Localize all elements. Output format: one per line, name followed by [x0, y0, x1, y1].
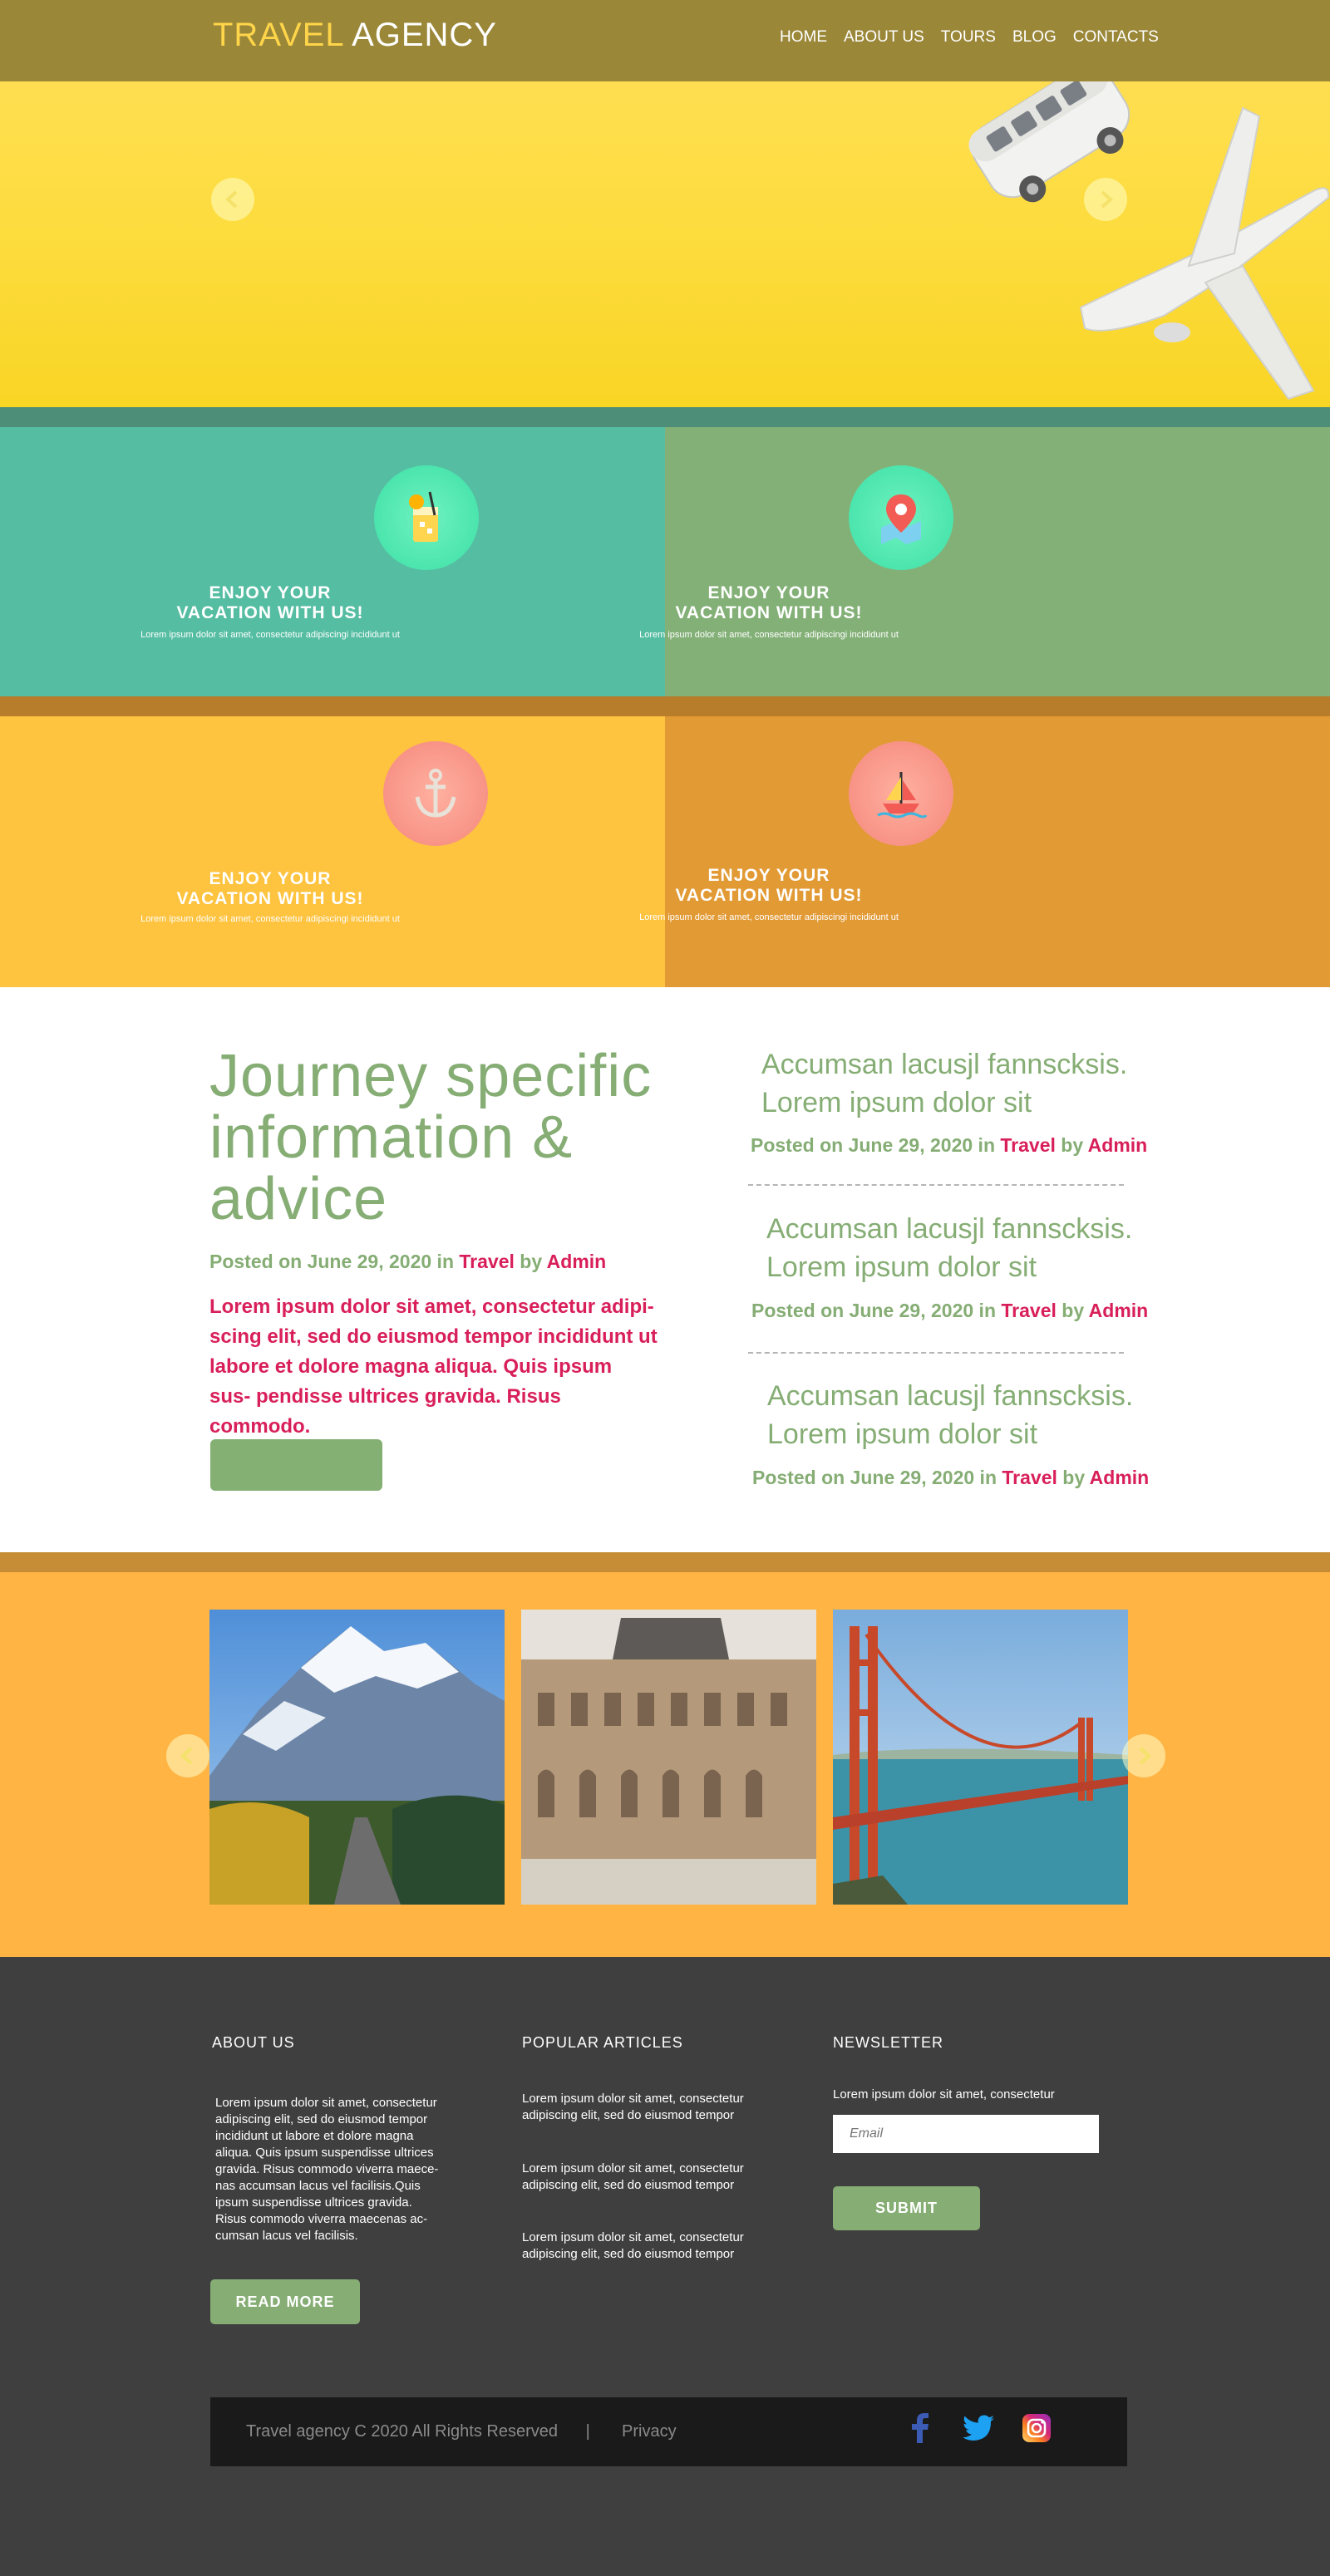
footer-about-heading: ABOUT US [212, 2034, 295, 2051]
hero-prev-button[interactable] [211, 178, 254, 221]
cocktail-icon [374, 465, 479, 570]
author-link[interactable]: Admin [1089, 1300, 1149, 1321]
submit-button[interactable]: SUBMIT [833, 2186, 980, 2230]
author-link[interactable]: Admin [547, 1251, 607, 1272]
feature-text: Lorem ipsum dolor sit amet, consectetur … [639, 630, 899, 640]
chevron-left-icon [180, 1747, 193, 1765]
museum-building-photo[interactable] [521, 1610, 816, 1905]
nav-about-us[interactable]: ABOUT US [844, 28, 924, 47]
popular-article-link[interactable]: Lorem ipsum dolor sit amet, consectetur … [522, 2091, 788, 2124]
map-pin-icon [849, 465, 953, 570]
logo-word-travel: TRAVEL [213, 17, 344, 53]
feature-title: ENJOY YOUR VACATION WITH US! [675, 583, 863, 622]
footer-popular-heading: POPULAR ARTICLES [522, 2034, 683, 2051]
article-posted-meta: Posted on June 29, 2020 in Travel by Adm… [752, 1467, 1150, 1488]
nav-contacts[interactable]: CONTACTS [1073, 28, 1159, 47]
feature-title: ENJOY YOUR VACATION WITH US! [675, 866, 863, 905]
category-link[interactable]: Travel [1001, 1300, 1057, 1321]
hero-next-button[interactable] [1084, 178, 1127, 221]
section-divider [0, 696, 1330, 716]
privacy-link[interactable]: Privacy [622, 2422, 677, 2441]
footer-about-text: Lorem ipsum dolor sit amet, consectetur … [215, 2096, 439, 2243]
popular-article-link[interactable]: Lorem ipsum dolor sit amet, consectetur … [522, 2161, 788, 2194]
section-divider [0, 1552, 1330, 1572]
category-link[interactable]: Travel [1000, 1134, 1056, 1156]
feature-card-1: ENJOY YOUR VACATION WITH US! Lorem ipsum… [0, 427, 665, 697]
article-posted-meta: Posted on June 29, 2020 in Travel by Adm… [751, 1134, 1148, 1156]
gallery-next-button[interactable] [1122, 1734, 1165, 1777]
newsletter-email-input[interactable] [833, 2115, 1099, 2153]
social-links [904, 2411, 1053, 2445]
nav-blog[interactable]: BLOG [1012, 28, 1057, 47]
newsletter-text: Lorem ipsum dolor sit amet, consectetur [833, 2087, 1055, 2102]
sailboat-icon [849, 741, 953, 846]
instagram-icon[interactable] [1020, 2411, 1053, 2445]
chevron-right-icon [1101, 190, 1113, 209]
gallery-prev-button[interactable] [166, 1734, 209, 1777]
journey-title: Journey specific information & advice [209, 1043, 653, 1232]
read-more-button[interactable]: READ MORE [210, 2279, 360, 2324]
feature-card-4: ENJOY YOUR VACATION WITH US! Lorem ipsum… [639, 716, 1330, 987]
nav-tours[interactable]: TOURS [941, 28, 996, 47]
golden-gate-bridge-photo[interactable] [833, 1610, 1128, 1905]
popular-article-link[interactable]: Lorem ipsum dolor sit amet, consectetur … [522, 2229, 788, 2263]
chevron-right-icon [1139, 1747, 1151, 1765]
journey-read-more-button[interactable] [210, 1439, 382, 1491]
footer-newsletter-heading: NEWSLETTER [833, 2034, 944, 2051]
feature-card-2: ENJOY YOUR VACATION WITH US! Lorem ipsum… [639, 427, 1330, 697]
journey-posted-meta: Posted on June 29, 2020 in Travel by Adm… [209, 1251, 607, 1272]
site-logo[interactable]: TRAVEL AGENCY [213, 17, 497, 54]
mountain-road-photo[interactable] [209, 1610, 505, 1905]
article-title[interactable]: Accumsan lacusjl fannscksis. Lorem ipsum… [766, 1210, 1132, 1286]
main-nav: HOME ABOUT US TOURS BLOG CONTACTS [780, 28, 1159, 47]
category-link[interactable]: Travel [459, 1251, 515, 1272]
article-divider [748, 1184, 1124, 1186]
twitter-icon[interactable] [962, 2411, 995, 2445]
facebook-icon[interactable] [904, 2411, 937, 2445]
article-title[interactable]: Accumsan lacusjl fannscksis. Lorem ipsum… [767, 1377, 1133, 1453]
article-posted-meta: Posted on June 29, 2020 in Travel by Adm… [751, 1300, 1149, 1321]
copyright-bar: Travel agency C 2020 All Rights Reserved… [210, 2397, 1127, 2466]
nav-home[interactable]: HOME [780, 28, 827, 47]
category-link[interactable]: Travel [1002, 1467, 1057, 1488]
author-link[interactable]: Admin [1088, 1134, 1148, 1156]
feature-card-3: ENJOY YOUR VACATION WITH US! Lorem ipsum… [0, 716, 665, 987]
toy-airplane-image [1079, 106, 1330, 401]
chevron-left-icon [225, 190, 238, 209]
author-link[interactable]: Admin [1090, 1467, 1150, 1488]
article-title[interactable]: Accumsan lacusjl fannscksis. Lorem ipsum… [761, 1045, 1127, 1122]
feature-text: Lorem ipsum dolor sit amet, consectetur … [639, 912, 899, 922]
separator: | [585, 2422, 590, 2441]
article-divider [748, 1352, 1124, 1354]
copyright-text: Travel agency C 2020 All Rights Reserved… [246, 2422, 590, 2441]
logo-word-agency: AGENCY [352, 17, 497, 53]
anchor-icon [383, 741, 488, 846]
journey-text: Lorem ipsum dolor sit amet, consectetur … [209, 1295, 658, 1438]
section-divider [0, 407, 1330, 427]
